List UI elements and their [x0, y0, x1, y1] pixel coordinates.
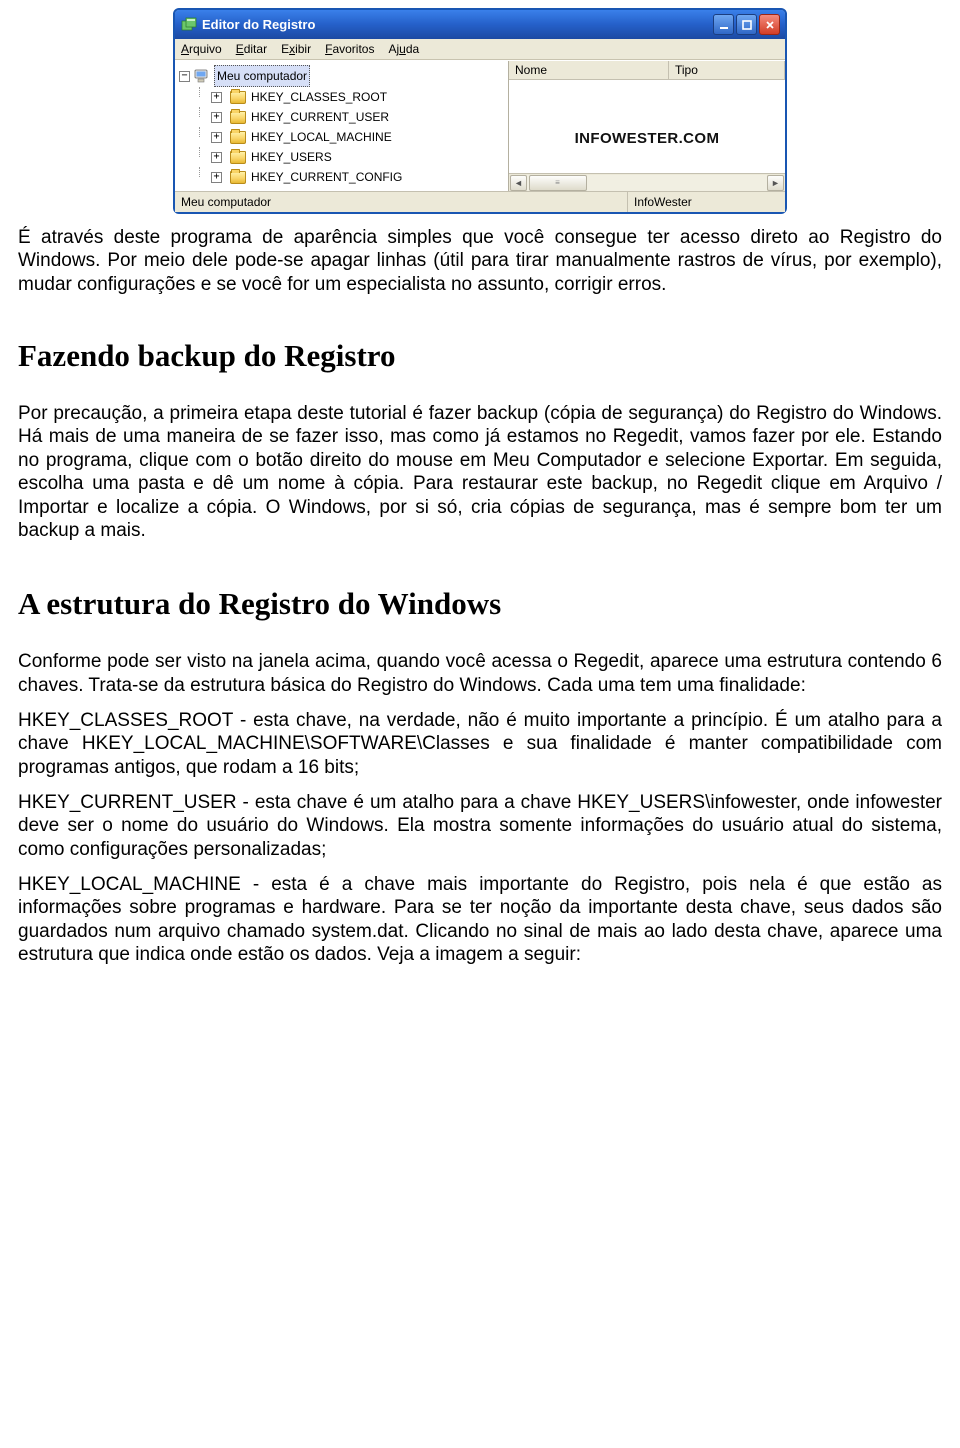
menu-arquivo-lbl: rquivo: [189, 42, 222, 56]
expander-minus-icon[interactable]: −: [179, 71, 190, 82]
paragraph: HKEY_LOCAL_MACHINE - esta é a chave mais…: [18, 873, 942, 966]
list-pane: Nome Tipo INFOWESTER.COM ◄ ≡ ►: [509, 61, 785, 191]
expander-plus-icon[interactable]: +: [211, 112, 222, 123]
expander-plus-icon[interactable]: +: [211, 132, 222, 143]
tree-node-label: HKEY_LOCAL_MACHINE: [251, 127, 392, 147]
paragraph: HKEY_CURRENT_USER - esta chave é um atal…: [18, 791, 942, 861]
list-body[interactable]: INFOWESTER.COM: [509, 80, 785, 173]
menu-ajuda[interactable]: Ajuda: [388, 42, 419, 56]
scroll-thumb[interactable]: ≡: [529, 175, 587, 191]
tree-node[interactable]: + HKEY_LOCAL_MACHINE: [195, 127, 506, 147]
menu-exibir[interactable]: Exibir: [281, 42, 311, 56]
menu-editar-lbl: ditar: [244, 42, 267, 56]
tree-node[interactable]: + HKEY_CURRENT_USER: [195, 107, 506, 127]
status-left: Meu computador: [175, 192, 628, 212]
expander-plus-icon[interactable]: +: [211, 152, 222, 163]
menu-arquivo[interactable]: Arquivo: [181, 42, 222, 56]
heading-backup: Fazendo backup do Registro: [18, 338, 942, 374]
maximize-button[interactable]: [736, 14, 757, 35]
tree-node[interactable]: + HKEY_CLASSES_ROOT: [195, 87, 506, 107]
menu-exibir-lbl: ibir: [295, 42, 311, 56]
column-header-nome[interactable]: Nome: [509, 61, 669, 79]
expander-plus-icon[interactable]: +: [211, 172, 222, 183]
tree-root-label[interactable]: Meu computador: [214, 65, 310, 87]
folder-icon: [230, 91, 246, 104]
computer-icon: [194, 69, 210, 83]
window-title: Editor do Registro: [202, 17, 713, 32]
app-icon: [181, 17, 197, 33]
folder-icon: [230, 111, 246, 124]
menubar: Arquivo Editar Exibir Favoritos Ajuda: [175, 39, 785, 60]
registry-editor-window: Editor do Registro Arquivo Editar: [173, 8, 787, 214]
menu-favoritos[interactable]: Favoritos: [325, 42, 374, 56]
tree-node-label: HKEY_USERS: [251, 147, 332, 167]
titlebar[interactable]: Editor do Registro: [175, 10, 785, 39]
close-button[interactable]: [759, 14, 780, 35]
menu-favoritos-lbl: avoritos: [332, 42, 374, 56]
paragraph: Por precaução, a primeira etapa deste tu…: [18, 402, 942, 542]
tree-node-label: HKEY_CURRENT_CONFIG: [251, 167, 402, 187]
scroll-track[interactable]: ≡: [527, 175, 767, 191]
tree-pane[interactable]: − Meu computador +: [175, 61, 509, 191]
folder-icon: [230, 171, 246, 184]
scroll-right-icon[interactable]: ►: [767, 175, 784, 191]
tree-node-label: HKEY_CLASSES_ROOT: [251, 87, 387, 107]
menu-editar[interactable]: Editar: [236, 42, 267, 56]
folder-icon: [230, 151, 246, 164]
minimize-button[interactable]: [713, 14, 734, 35]
paragraph: Conforme pode ser visto na janela acima,…: [18, 650, 942, 697]
column-header-tipo[interactable]: Tipo: [669, 61, 785, 79]
status-right: InfoWester: [628, 192, 785, 212]
tree-node[interactable]: + HKEY_USERS: [195, 147, 506, 167]
tree-node[interactable]: + HKEY_CURRENT_CONFIG: [195, 167, 506, 187]
horizontal-scrollbar[interactable]: ◄ ≡ ►: [509, 173, 785, 191]
expander-plus-icon[interactable]: +: [211, 92, 222, 103]
folder-icon: [230, 131, 246, 144]
heading-estrutura: A estrutura do Registro do Windows: [18, 586, 942, 622]
watermark-text: INFOWESTER.COM: [575, 130, 720, 147]
paragraph: HKEY_CLASSES_ROOT - esta chave, na verda…: [18, 709, 942, 779]
tree-node-label: HKEY_CURRENT_USER: [251, 107, 389, 127]
scroll-left-icon[interactable]: ◄: [510, 175, 527, 191]
menu-ajuda-lbl: da: [406, 42, 419, 56]
statusbar: Meu computador InfoWester: [175, 191, 785, 212]
paragraph: É através deste programa de aparência si…: [18, 226, 942, 296]
